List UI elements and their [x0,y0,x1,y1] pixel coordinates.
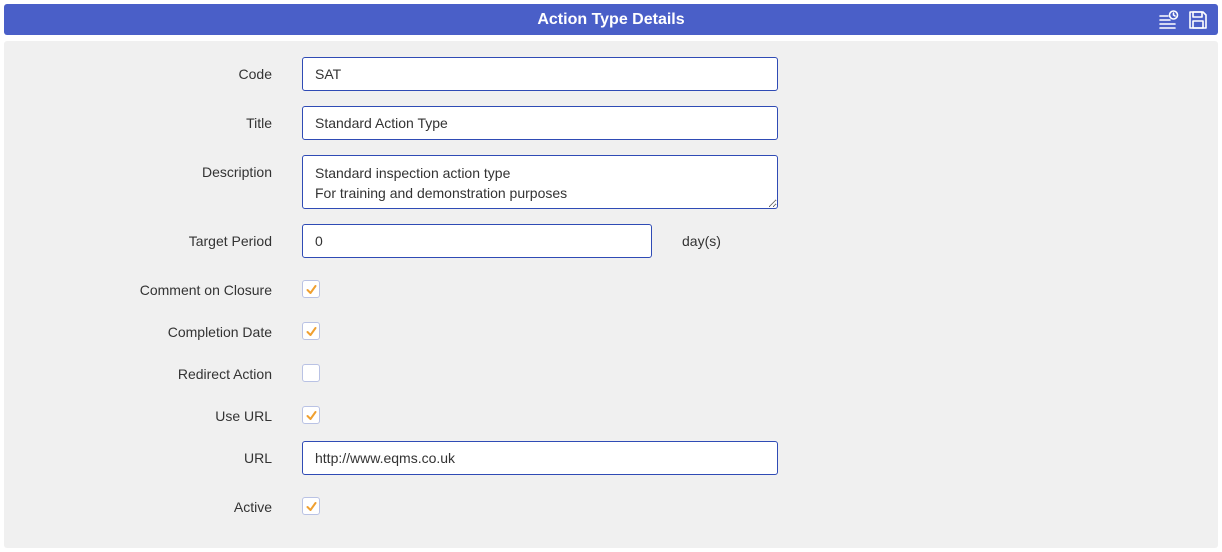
redirect-action-checkbox[interactable] [302,364,320,382]
checkmark-icon [306,285,317,294]
url-input[interactable] [302,441,778,475]
completion-date-checkbox[interactable] [302,322,320,340]
code-input[interactable] [302,57,778,91]
completion-date-label: Completion Date [167,324,272,340]
title-label: Title [246,115,272,131]
history-list-icon[interactable] [1159,10,1179,30]
redirect-action-label: Redirect Action [177,366,272,382]
title-input[interactable] [302,106,778,140]
target-period-label: Target Period [188,233,272,249]
comment-on-closure-label: Comment on Closure [139,282,272,298]
code-label: Code [238,66,272,82]
url-label: URL [243,450,272,466]
save-icon[interactable] [1188,10,1208,30]
checkmark-icon [306,411,317,420]
active-checkbox[interactable] [302,497,320,515]
checkmark-icon [306,502,317,511]
page-header: Action Type Details [4,4,1218,35]
description-textarea[interactable]: Standard inspection action type For trai… [302,155,778,209]
target-period-input[interactable] [302,224,652,258]
use-url-checkbox[interactable] [302,406,320,424]
use-url-label: Use URL [215,408,272,424]
description-label: Description [201,164,272,180]
page-title: Action Type Details [537,11,685,28]
comment-on-closure-checkbox[interactable] [302,280,320,298]
checkmark-icon [306,327,317,336]
active-label: Active [233,499,272,515]
target-period-unit: day(s) [682,233,721,249]
